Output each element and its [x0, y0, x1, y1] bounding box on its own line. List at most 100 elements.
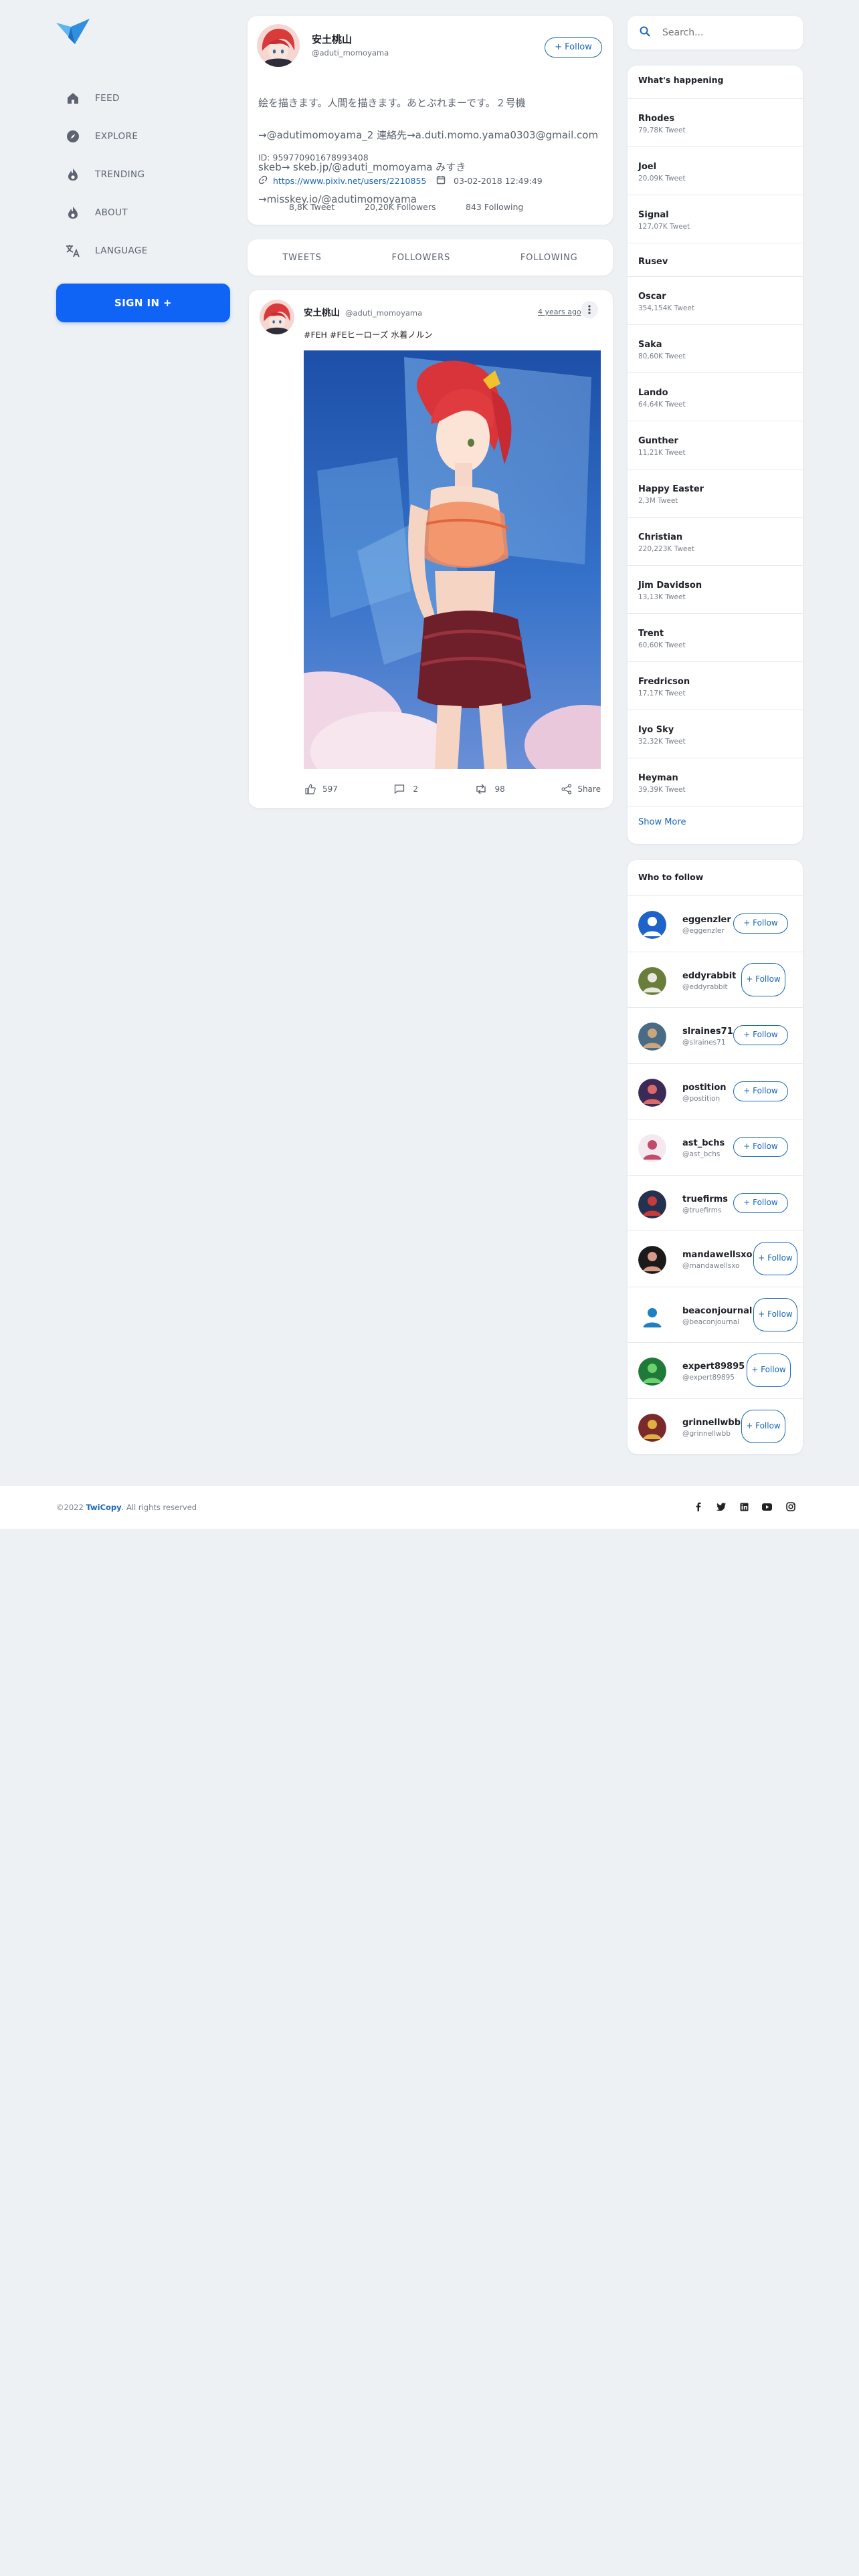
search-icon	[640, 26, 650, 39]
who-title: Who to follow	[628, 860, 803, 896]
profile-url[interactable]: https://www.pixiv.net/users/2210855	[258, 175, 426, 187]
retweet-button[interactable]: 98	[475, 784, 505, 794]
trend-item[interactable]: Iyo Sky 32,32K Tweet	[628, 710, 803, 758]
avatar[interactable]	[257, 24, 300, 67]
who-name[interactable]: mandawellsxo	[682, 1250, 752, 1260]
avatar[interactable]	[638, 1134, 666, 1162]
avatar[interactable]	[638, 1078, 666, 1107]
tweet-avatar[interactable]	[260, 300, 294, 334]
follow-button[interactable]: + Follow	[741, 1409, 785, 1443]
avatar[interactable]	[638, 966, 666, 995]
instagram-icon[interactable]	[785, 1501, 797, 1513]
who-name[interactable]: slraines71	[682, 1027, 733, 1037]
tab-tweets[interactable]: TWEETS	[282, 253, 321, 263]
nav-item-language[interactable]: LANGUAGE	[66, 237, 148, 264]
avatar[interactable]	[638, 1190, 666, 1218]
trend-item[interactable]: Trent 60,60K Tweet	[628, 614, 803, 662]
search-input[interactable]	[662, 27, 783, 38]
follow-button[interactable]: + Follow	[733, 1137, 788, 1157]
app-logo[interactable]	[55, 17, 91, 48]
who-name[interactable]: beaconjournal	[682, 1306, 752, 1316]
tab-following[interactable]: FOLLOWING	[520, 253, 578, 263]
trend-item[interactable]: Rusev	[628, 243, 803, 277]
trend-name: Iyo Sky	[638, 725, 674, 735]
avatar[interactable]	[638, 1358, 666, 1386]
twitter-icon[interactable]	[715, 1501, 727, 1513]
brand-link[interactable]: TwiCopy	[86, 1503, 121, 1512]
followers-count[interactable]: 20,20K Followers	[365, 202, 436, 212]
tweet-author-handle: @aduti_momoyama	[345, 308, 423, 318]
nav-item-trending[interactable]: TRENDING	[66, 161, 145, 188]
flame-icon	[66, 167, 80, 182]
retweet-icon	[476, 784, 486, 794]
more-options-icon[interactable]	[581, 301, 598, 318]
follow-button[interactable]: + Follow	[545, 37, 602, 58]
who-handle: @mandawellsxo	[682, 1262, 740, 1270]
trend-item[interactable]: Fredricson 17,17K Tweet	[628, 662, 803, 710]
tweet-author: 安土桃山 @aduti_momoyama	[304, 305, 422, 318]
who-name[interactable]: eddyrabbit	[682, 971, 736, 981]
share-button[interactable]: Share	[561, 784, 601, 794]
tweet-text: #FEH #FEヒーローズ 水着ノルン	[304, 330, 433, 340]
following-count[interactable]: 843 Following	[466, 202, 523, 212]
follow-button[interactable]: + Follow	[733, 1081, 788, 1101]
trend-item[interactable]: Signal 127,07K Tweet	[628, 195, 803, 243]
trend-item[interactable]: Lando 64,64K Tweet	[628, 373, 803, 421]
trend-count: 17,17K Tweet	[638, 689, 686, 697]
follow-button[interactable]: + Follow	[747, 1354, 791, 1387]
like-button[interactable]: 597	[305, 784, 338, 794]
who-handle: @ast_bchs	[682, 1150, 721, 1158]
profile-link[interactable]: https://www.pixiv.net/users/2210855	[273, 176, 426, 186]
who-name[interactable]: truefirms	[682, 1194, 728, 1204]
trend-name: Happy Easter	[638, 484, 704, 494]
who-name[interactable]: ast_bchs	[682, 1138, 725, 1148]
trend-item[interactable]: Happy Easter 2,3M Tweet	[628, 469, 803, 518]
follow-button[interactable]: + Follow	[733, 914, 788, 934]
follow-button[interactable]: + Follow	[733, 1192, 788, 1213]
tweet-time[interactable]: 4 years ago	[538, 308, 581, 316]
who-name[interactable]: grinnellwbb	[682, 1418, 741, 1428]
avatar[interactable]	[638, 911, 666, 939]
follow-button[interactable]: + Follow	[741, 962, 785, 996]
tab-followers[interactable]: FOLLOWERS	[392, 253, 451, 263]
trend-item[interactable]: Jim Davidson 13,13K Tweet	[628, 566, 803, 614]
who-name[interactable]: expert89895	[682, 1362, 745, 1372]
who-info: truefirms @truefirms	[682, 1194, 728, 1214]
tweet-author-name[interactable]: 安土桃山	[304, 305, 340, 318]
avatar[interactable]	[638, 1301, 666, 1330]
trend-item[interactable]: Rhodes 79,78K Tweet	[628, 99, 803, 147]
tweet-actions: 597 2 98 Share	[304, 776, 601, 802]
follow-button[interactable]: + Follow	[733, 1025, 788, 1045]
reply-button[interactable]: 2	[394, 784, 418, 794]
trend-item[interactable]: Gunther 11,21K Tweet	[628, 421, 803, 469]
trend-item[interactable]: Saka 80,60K Tweet	[628, 325, 803, 373]
trend-name: Fredricson	[638, 677, 690, 687]
avatar[interactable]	[638, 1246, 666, 1274]
follow-button[interactable]: + Follow	[753, 1297, 797, 1331]
trend-count: 64,64K Tweet	[638, 401, 686, 409]
search-bar[interactable]	[628, 16, 803, 49]
who-name[interactable]: postition	[682, 1083, 727, 1093]
nav-item-about[interactable]: ABOUT	[66, 199, 128, 226]
facebook-icon[interactable]	[692, 1501, 704, 1513]
who-name[interactable]: eggenzler	[682, 915, 731, 925]
nav-item-feed[interactable]: FEED	[66, 85, 120, 112]
who-info: mandawellsxo @mandawellsxo	[682, 1250, 752, 1270]
who-list: eggenzler @eggenzler + Follow eddyrabbit @ed…	[628, 896, 803, 1455]
show-more-link[interactable]: Show More	[628, 807, 803, 838]
id-label: ID:	[258, 152, 270, 163]
trend-item[interactable]: Oscar 354,154K Tweet	[628, 277, 803, 325]
nav-item-explore[interactable]: EXPLORE	[66, 123, 138, 150]
tweet-image[interactable]	[304, 350, 601, 769]
link-icon	[258, 175, 268, 187]
trend-item[interactable]: Joel 20,09K Tweet	[628, 147, 803, 195]
trend-item[interactable]: Heyman 39,39K Tweet	[628, 758, 803, 807]
avatar[interactable]	[638, 1023, 666, 1051]
linkedin-icon[interactable]	[738, 1501, 750, 1513]
avatar[interactable]	[638, 1413, 666, 1442]
youtube-icon[interactable]	[761, 1501, 773, 1513]
trend-item[interactable]: Christian 220,223K Tweet	[628, 518, 803, 566]
follow-button[interactable]: + Follow	[753, 1242, 797, 1275]
sign-in-button[interactable]: SIGN IN +	[56, 284, 230, 322]
trend-count: 39,39K Tweet	[638, 786, 686, 794]
